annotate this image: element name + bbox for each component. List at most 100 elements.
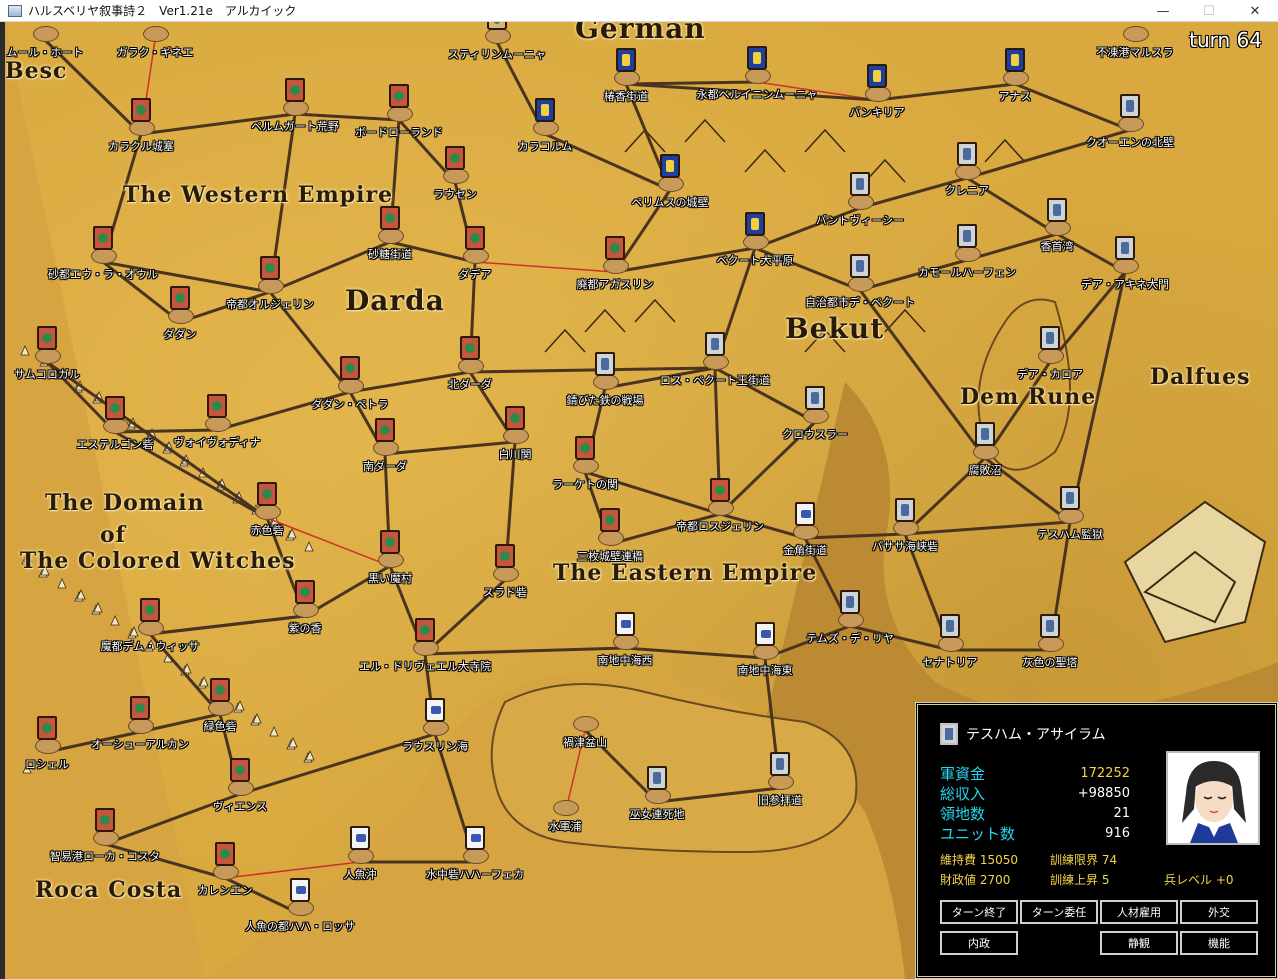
faction-flag-icon	[93, 226, 113, 250]
city-node[interactable]	[125, 98, 157, 138]
city-node[interactable]	[31, 326, 63, 366]
city-label: 緑色砦	[203, 720, 237, 733]
city-node[interactable]	[409, 618, 441, 658]
city-node[interactable]	[439, 146, 471, 186]
city-node[interactable]	[951, 142, 983, 182]
city-node[interactable]	[594, 508, 626, 548]
city-node[interactable]	[459, 226, 491, 266]
city-node[interactable]	[139, 22, 171, 44]
city-node[interactable]	[419, 698, 451, 738]
city-node[interactable]	[934, 614, 966, 654]
city-node[interactable]	[374, 530, 406, 570]
city-node[interactable]	[589, 352, 621, 392]
city-node[interactable]	[799, 386, 831, 426]
city-label: カラコルム	[517, 140, 573, 153]
city-node[interactable]	[344, 826, 376, 866]
city-node[interactable]	[1041, 198, 1073, 238]
city-node[interactable]	[861, 64, 893, 104]
city-base-icon	[129, 120, 155, 136]
city-node[interactable]	[844, 172, 876, 212]
city-node[interactable]	[889, 498, 921, 538]
tree-icon	[304, 541, 314, 552]
city-node[interactable]	[834, 590, 866, 630]
faction-flag-icon	[1005, 48, 1025, 72]
city-label: カレンエン	[197, 884, 253, 897]
city-node[interactable]	[489, 544, 521, 584]
observe-button[interactable]: 静観	[1100, 931, 1178, 955]
city-label: 灰色の聖塔	[1022, 656, 1078, 669]
city-node[interactable]	[749, 622, 781, 662]
city-node[interactable]	[704, 478, 736, 518]
faction-flag-icon	[495, 544, 515, 568]
city-node[interactable]	[641, 766, 673, 806]
city-node[interactable]	[1054, 486, 1086, 526]
city-node[interactable]	[383, 84, 415, 124]
city-node[interactable]	[134, 598, 166, 638]
end-turn-button[interactable]: ターン終了	[940, 900, 1018, 924]
city-node[interactable]	[224, 758, 256, 798]
city-node[interactable]	[99, 396, 131, 436]
minimize-button[interactable]: —	[1140, 0, 1186, 22]
delegate-turn-button[interactable]: ターン委任	[1020, 900, 1098, 924]
city-node[interactable]	[610, 48, 642, 88]
close-button[interactable]: ✕	[1232, 0, 1278, 22]
mountain-icon	[984, 138, 1026, 163]
city-node[interactable]	[739, 212, 771, 252]
city-node[interactable]	[284, 878, 316, 918]
city-node[interactable]	[999, 48, 1031, 88]
city-node[interactable]	[764, 752, 796, 792]
city-node[interactable]	[89, 808, 121, 848]
city-node[interactable]	[454, 336, 486, 376]
city-node[interactable]	[1114, 94, 1146, 134]
function-button[interactable]: 機能	[1180, 931, 1258, 955]
city-node[interactable]	[789, 502, 821, 542]
city-node[interactable]	[1034, 326, 1066, 366]
city-node[interactable]	[1109, 236, 1141, 276]
city-node[interactable]	[29, 22, 61, 44]
city-node[interactable]	[374, 206, 406, 246]
city-node[interactable]	[599, 236, 631, 276]
city-label: ダダン・ペトラ	[311, 398, 389, 411]
ruler-portrait-image	[1168, 753, 1258, 843]
city-node[interactable]	[334, 356, 366, 396]
city-node[interactable]	[254, 256, 286, 296]
city-node[interactable]	[844, 254, 876, 294]
city-node[interactable]	[289, 580, 321, 620]
city-node[interactable]	[164, 286, 196, 326]
city-base-icon	[143, 26, 169, 42]
city-node[interactable]	[251, 482, 283, 522]
city-label: ロス・ベクート王街道	[660, 374, 770, 387]
faction-flag-icon	[940, 614, 960, 638]
city-node[interactable]	[654, 154, 686, 194]
domestic-button[interactable]: 内政	[940, 931, 1018, 955]
hire-button[interactable]: 人材雇用	[1100, 900, 1178, 924]
city-node[interactable]	[459, 826, 491, 866]
city-node[interactable]	[481, 22, 513, 46]
city-node[interactable]	[201, 394, 233, 434]
city-node[interactable]	[609, 612, 641, 652]
city-node[interactable]	[31, 716, 63, 756]
city-node[interactable]	[209, 842, 241, 882]
city-node[interactable]	[1034, 614, 1066, 654]
city-node[interactable]	[549, 778, 581, 818]
diplomacy-button[interactable]: 外交	[1180, 900, 1258, 924]
city-node[interactable]	[741, 46, 773, 86]
faction-flag-icon	[1115, 236, 1135, 260]
city-node[interactable]	[204, 678, 236, 718]
city-node[interactable]	[969, 422, 1001, 462]
faction-flag-icon	[230, 758, 250, 782]
city-node[interactable]	[569, 436, 601, 476]
city-node[interactable]	[369, 418, 401, 458]
city-node[interactable]	[699, 332, 731, 372]
city-node[interactable]	[87, 226, 119, 266]
upkeep-text: 維持費 15050	[940, 853, 1018, 867]
city-node[interactable]	[124, 696, 156, 736]
city-node[interactable]	[499, 406, 531, 446]
city-node[interactable]	[951, 224, 983, 264]
city-node[interactable]	[529, 98, 561, 138]
city-node[interactable]	[569, 694, 601, 734]
maximize-button[interactable]: ☐	[1186, 0, 1232, 22]
city-node[interactable]	[279, 78, 311, 118]
city-label: ベクート大平原	[716, 254, 794, 267]
city-node[interactable]	[1119, 22, 1151, 44]
